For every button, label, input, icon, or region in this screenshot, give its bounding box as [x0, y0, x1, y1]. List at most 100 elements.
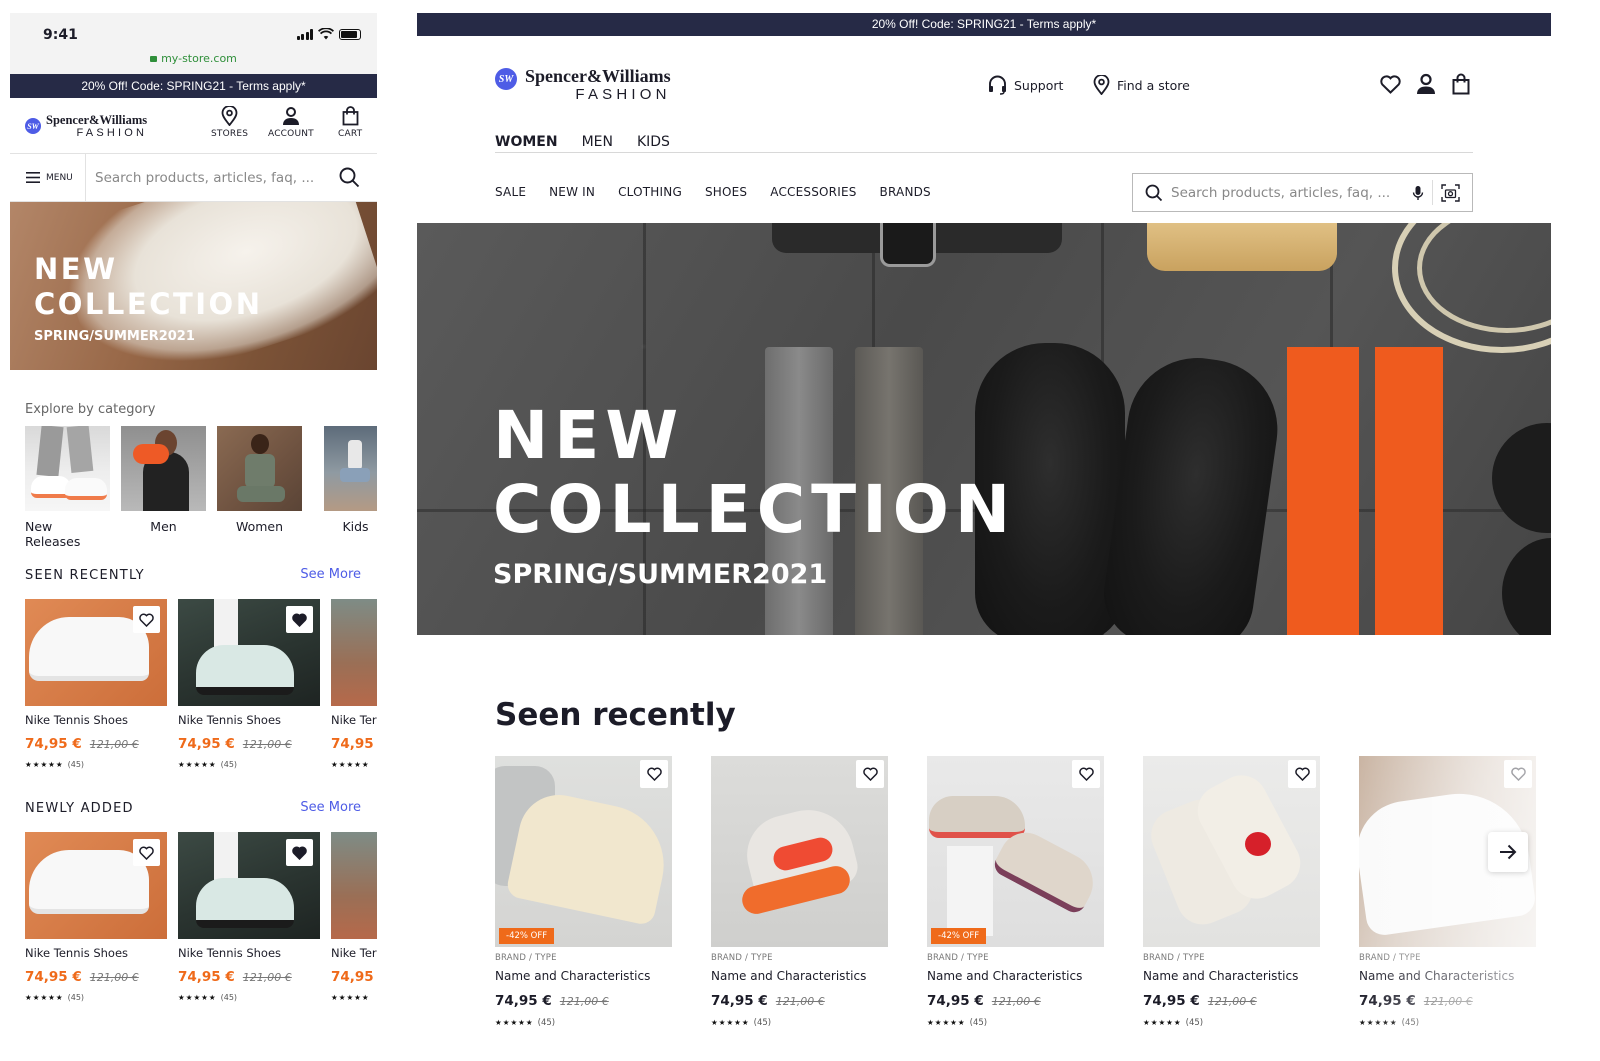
product-card[interactable]: BRAND / TYPE Name and Characteristics 74… [1359, 756, 1536, 1028]
category-new-releases[interactable]: New Releases [25, 426, 110, 549]
rating-stars: ★★★★★ [1143, 1018, 1182, 1027]
product-brand: BRAND / TYPE [927, 953, 989, 963]
seen-recently-carousel: -42% OFF BRAND / TYPE Name and Character… [495, 756, 1536, 1028]
shopping-bag-icon [342, 106, 359, 126]
wishlist-button[interactable] [640, 760, 668, 788]
rating-count: (45) [67, 993, 85, 1002]
wishlist-button[interactable] [1072, 760, 1100, 788]
wishlist-button[interactable] [856, 760, 884, 788]
product-card[interactable]: Nike Ter 74,95 € ★★★★★ [331, 832, 377, 1002]
rating-stars: ★★★★★ [25, 993, 64, 1002]
battery-icon [339, 28, 361, 40]
wishlist-button[interactable] [133, 606, 160, 633]
promo-banner[interactable]: 20% Off! Code: SPRING21 - Terms apply* [10, 74, 377, 98]
hero-title: NEW COLLECTION [493, 399, 1016, 547]
product-prices: 74,95 € [331, 733, 377, 752]
wishlist-button[interactable] [286, 606, 313, 633]
product-price: 74,95 € [331, 736, 377, 752]
desktop-hero-banner[interactable]: NEW COLLECTION SPRING/SUMMER2021 [417, 223, 1551, 635]
seen-recently-row: Nike Tennis Shoes 74,95 €121,00 € ★★★★★(… [25, 599, 377, 769]
support-link[interactable]: Support [988, 75, 1063, 95]
heart-outline-icon[interactable] [1380, 75, 1401, 94]
desktop-view: 20% Off! Code: SPRING21 - Terms apply* S… [417, 13, 1551, 1053]
product-card[interactable]: -42% OFF BRAND / TYPE Name and Character… [927, 756, 1104, 1028]
product-image [178, 832, 320, 939]
product-card[interactable]: Nike Tennis Shoes 74,95 € 121,00 € ★★★★★(… [25, 599, 167, 769]
search-icon[interactable] [339, 167, 360, 188]
tab-men[interactable]: MEN [582, 134, 613, 150]
product-card[interactable]: BRAND / TYPE Name and Characteristics 74… [1143, 756, 1320, 1028]
hero-image-band-4 [1375, 347, 1443, 635]
product-card[interactable]: Nike Tennis Shoes 74,95 € 121,00 € ★★★★★(… [25, 832, 167, 1002]
account-button[interactable]: ACCOUNT [268, 106, 314, 139]
hero-subtitle: SPRING/SUMMER2021 [34, 329, 195, 344]
hero-title: NEW COLLECTION [34, 252, 262, 322]
microphone-icon[interactable] [1412, 185, 1424, 201]
product-old-price: 121,00 € [1423, 995, 1473, 1008]
product-prices: 74,95 € 121,00 € [25, 733, 167, 752]
product-card[interactable]: Nike Tennis Shoes 74,95 € 121,00 € ★★★★★(… [178, 832, 320, 1002]
find-store-link[interactable]: Find a store [1093, 75, 1190, 95]
explore-title: Explore by category [25, 402, 156, 417]
heart-outline-icon [1294, 767, 1310, 781]
logo-name: Spencer&Williams [46, 113, 148, 127]
desktop-search-input[interactable] [1171, 184, 1404, 201]
nav-shoes[interactable]: SHOES [705, 185, 747, 199]
location-pin-icon [1093, 75, 1110, 95]
wishlist-button[interactable] [1288, 760, 1316, 788]
product-price: 74,95 € [1143, 993, 1200, 1009]
nav-clothing[interactable]: CLOTHING [618, 185, 682, 199]
carousel-next-button[interactable] [1488, 832, 1528, 872]
product-prices: 74,95 € 121,00 € [178, 966, 320, 985]
wishlist-button[interactable] [1504, 760, 1532, 788]
product-image [1143, 756, 1320, 947]
product-rating: ★★★★★ (45) [1359, 1018, 1536, 1028]
category-kids[interactable]: Kids [313, 426, 377, 549]
nav-new-in[interactable]: NEW IN [549, 185, 595, 199]
address-bar[interactable]: my-store.com [10, 52, 377, 65]
tabs-divider [495, 152, 1473, 153]
product-card[interactable]: -42% OFF BRAND / TYPE Name and Character… [495, 756, 672, 1028]
newly-added-see-more-link[interactable]: See More [300, 800, 361, 815]
arrow-right-icon [1500, 844, 1517, 860]
nav-accessories[interactable]: ACCESSORIES [770, 185, 856, 199]
category-men[interactable]: Men [121, 426, 206, 549]
brand-logo[interactable]: SW Spencer&Williams FASHION [495, 67, 671, 102]
nav-sale[interactable]: SALE [495, 185, 526, 199]
product-old-price: 121,00 € [89, 971, 139, 984]
menu-button[interactable]: MENU [10, 153, 86, 202]
mobile-search-input[interactable] [86, 169, 339, 186]
promo-banner[interactable]: 20% Off! Code: SPRING21 - Terms apply* [417, 13, 1551, 36]
shopping-bag-icon[interactable] [1452, 73, 1470, 95]
logo-sub: FASHION [575, 86, 671, 103]
seen-recently-see-more-link[interactable]: See More [300, 567, 361, 582]
hero-title-line2: COLLECTION [34, 287, 263, 321]
product-rating: ★★★★★ (45) [25, 993, 167, 1002]
tab-women[interactable]: WOMEN [495, 134, 558, 150]
mobile-hero-banner[interactable]: NEW COLLECTION SPRING/SUMMER2021 [10, 202, 377, 370]
hero-title-line1: NEW [493, 397, 685, 474]
rating-stars: ★★★★★ [331, 760, 370, 769]
wishlist-button[interactable] [286, 839, 313, 866]
nav-brands[interactable]: BRANDS [880, 185, 931, 199]
product-name: Name and Characteristics [711, 969, 867, 983]
product-card[interactable]: Nike Tennis Shoes 74,95 € 121,00 € ★★★★★(… [178, 599, 320, 769]
product-price: 74,95 € [927, 993, 984, 1009]
camera-search-icon[interactable] [1441, 183, 1460, 202]
cart-button[interactable]: CART [338, 106, 362, 139]
account-label: ACCOUNT [268, 129, 314, 139]
product-image [331, 599, 377, 706]
discount-badge: -42% OFF [931, 928, 987, 944]
heart-outline-icon [646, 767, 662, 781]
product-prices: 74,95 € 121,00 € [927, 990, 1104, 1009]
tab-kids[interactable]: KIDS [637, 134, 670, 150]
user-icon[interactable] [1415, 73, 1437, 95]
stores-button[interactable]: STORES [211, 106, 248, 139]
product-card[interactable]: BRAND / TYPE Name and Characteristics 74… [711, 756, 888, 1028]
category-women[interactable]: Women [217, 426, 302, 549]
product-name: Nike Tennis Shoes [178, 946, 282, 960]
product-prices: 74,95 € 121,00 € [25, 966, 167, 985]
product-card[interactable]: Nike Ter 74,95 € ★★★★★ [331, 599, 377, 769]
wishlist-button[interactable] [133, 839, 160, 866]
brand-logo[interactable]: SW Spencer&Williams FASHION [25, 114, 147, 139]
